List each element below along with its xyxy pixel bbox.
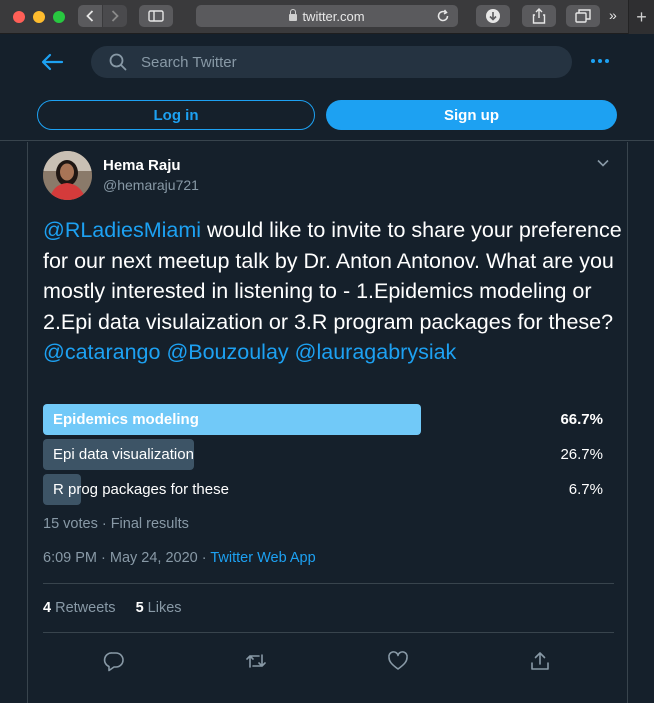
browser-titlebar: twitter.com » +	[0, 0, 654, 34]
like-icon[interactable]	[387, 650, 409, 672]
author-handle[interactable]: @hemaraju721	[103, 177, 199, 193]
more-icon[interactable]: »	[609, 7, 617, 23]
more-options-icon[interactable]	[591, 59, 609, 63]
poll-option-percent: 6.7%	[568, 481, 603, 498]
poll-summary: 15 votes · Final results	[43, 516, 189, 532]
back-icon[interactable]	[78, 5, 102, 27]
share-tweet-icon[interactable]	[529, 650, 551, 672]
back-arrow-icon[interactable]	[40, 53, 64, 71]
likes-stat[interactable]: 5 Likes	[136, 600, 182, 616]
poll: Epidemics modeling 66.7% Epi data visual…	[43, 404, 603, 509]
download-icon[interactable]	[476, 5, 510, 27]
url-bar[interactable]: twitter.com	[196, 5, 458, 27]
mention-link[interactable]: @Bouzoulay	[166, 340, 288, 364]
lock-icon	[289, 8, 298, 21]
tweet-stats: 4 Retweets 5 Likes	[43, 600, 182, 616]
poll-option: Epidemics modeling 66.7%	[43, 404, 603, 435]
tabs-icon[interactable]	[566, 5, 600, 27]
signup-button[interactable]: Sign up	[326, 100, 617, 130]
author-name[interactable]: Hema Raju	[103, 157, 181, 174]
sidebar-icon[interactable]	[139, 5, 173, 27]
retweets-label: Retweets	[55, 600, 116, 616]
minimize-window-button[interactable]	[33, 11, 45, 23]
source-link[interactable]: Twitter Web App	[210, 550, 315, 566]
tweet: Hema Raju @hemaraju721 @RLadiesMiami wou…	[27, 142, 628, 703]
share-icon[interactable]	[522, 5, 556, 27]
retweet-icon[interactable]	[245, 650, 267, 672]
reply-icon[interactable]	[103, 650, 125, 672]
retweets-count: 4	[43, 600, 52, 616]
divider	[43, 583, 614, 584]
tweet-text: @RLadiesMiami would like to invite to sh…	[43, 215, 623, 368]
divider	[43, 632, 614, 633]
poll-option-label: Epidemics modeling	[53, 411, 199, 428]
mention-link[interactable]: @catarango	[43, 340, 160, 364]
poll-option-percent: 26.7%	[560, 446, 603, 463]
poll-option-percent: 66.7%	[560, 411, 603, 428]
search-icon	[109, 53, 127, 71]
mention-link[interactable]: @RLadiesMiami	[43, 218, 201, 242]
login-button[interactable]: Log in	[37, 100, 315, 130]
poll-option: R prog packages for these 6.7%	[43, 474, 603, 505]
poll-option-label: Epi data visualization	[53, 446, 194, 463]
twitter-header: Search Twitter Log in Sign up	[0, 35, 654, 141]
search-placeholder: Search Twitter	[141, 53, 237, 71]
reload-icon[interactable]	[435, 8, 451, 24]
tweet-actions	[28, 642, 629, 682]
new-tab-icon[interactable]: +	[628, 0, 654, 34]
timestamp-text[interactable]: 6:09 PM · May 24, 2020 ·	[43, 550, 210, 566]
forward-icon[interactable]	[103, 5, 127, 27]
close-window-button[interactable]	[13, 11, 25, 23]
poll-option-label: R prog packages for these	[53, 481, 229, 498]
search-input[interactable]: Search Twitter	[91, 46, 572, 78]
likes-label: Likes	[147, 600, 182, 616]
avatar[interactable]	[43, 151, 92, 200]
zoom-window-button[interactable]	[53, 11, 65, 23]
likes-count: 5	[135, 600, 144, 616]
chevron-down-icon[interactable]	[596, 158, 610, 168]
retweets-stat[interactable]: 4 Retweets	[43, 600, 116, 616]
tweet-timestamp: 6:09 PM · May 24, 2020 · Twitter Web App	[43, 550, 316, 566]
poll-option: Epi data visualization 26.7%	[43, 439, 603, 470]
mention-link[interactable]: @lauragabrysiak	[295, 340, 457, 364]
url-text: twitter.com	[302, 8, 365, 24]
